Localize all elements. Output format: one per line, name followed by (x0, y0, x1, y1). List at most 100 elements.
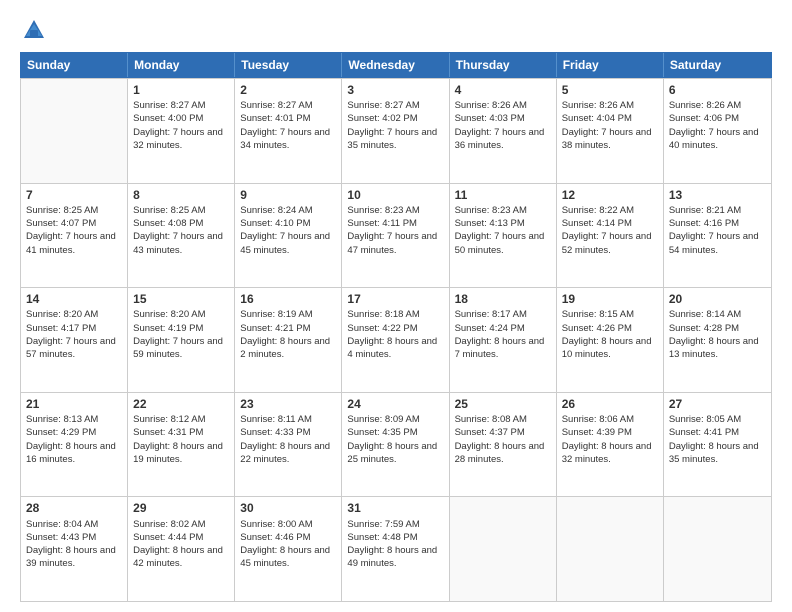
page: SundayMondayTuesdayWednesdayThursdayFrid… (0, 0, 792, 612)
day-info: Sunrise: 8:04 AM Sunset: 4:43 PM Dayligh… (26, 518, 122, 571)
day-number: 22 (133, 396, 229, 412)
day-number: 3 (347, 82, 443, 98)
day-info: Sunrise: 8:11 AM Sunset: 4:33 PM Dayligh… (240, 413, 336, 466)
cal-cell: 21Sunrise: 8:13 AM Sunset: 4:29 PM Dayli… (21, 393, 128, 497)
day-info: Sunrise: 8:27 AM Sunset: 4:02 PM Dayligh… (347, 99, 443, 152)
cal-cell: 13Sunrise: 8:21 AM Sunset: 4:16 PM Dayli… (664, 184, 771, 288)
day-number: 16 (240, 291, 336, 307)
day-number: 18 (455, 291, 551, 307)
cal-cell: 25Sunrise: 8:08 AM Sunset: 4:37 PM Dayli… (450, 393, 557, 497)
cal-cell: 2Sunrise: 8:27 AM Sunset: 4:01 PM Daylig… (235, 79, 342, 183)
day-info: Sunrise: 8:14 AM Sunset: 4:28 PM Dayligh… (669, 308, 766, 361)
cal-cell: 11Sunrise: 8:23 AM Sunset: 4:13 PM Dayli… (450, 184, 557, 288)
day-number: 13 (669, 187, 766, 203)
day-number: 5 (562, 82, 658, 98)
day-info: Sunrise: 8:05 AM Sunset: 4:41 PM Dayligh… (669, 413, 766, 466)
day-info: Sunrise: 8:06 AM Sunset: 4:39 PM Dayligh… (562, 413, 658, 466)
day-number: 27 (669, 396, 766, 412)
cal-cell: 22Sunrise: 8:12 AM Sunset: 4:31 PM Dayli… (128, 393, 235, 497)
calendar-body: 1Sunrise: 8:27 AM Sunset: 4:00 PM Daylig… (20, 78, 772, 602)
cal-header-saturday: Saturday (664, 53, 771, 77)
day-info: Sunrise: 8:09 AM Sunset: 4:35 PM Dayligh… (347, 413, 443, 466)
cal-cell: 12Sunrise: 8:22 AM Sunset: 4:14 PM Dayli… (557, 184, 664, 288)
calendar: SundayMondayTuesdayWednesdayThursdayFrid… (20, 52, 772, 602)
cal-cell: 23Sunrise: 8:11 AM Sunset: 4:33 PM Dayli… (235, 393, 342, 497)
day-info: Sunrise: 8:15 AM Sunset: 4:26 PM Dayligh… (562, 308, 658, 361)
day-info: Sunrise: 8:20 AM Sunset: 4:17 PM Dayligh… (26, 308, 122, 361)
cal-cell: 14Sunrise: 8:20 AM Sunset: 4:17 PM Dayli… (21, 288, 128, 392)
day-number: 28 (26, 500, 122, 516)
day-info: Sunrise: 8:12 AM Sunset: 4:31 PM Dayligh… (133, 413, 229, 466)
cal-week-4: 21Sunrise: 8:13 AM Sunset: 4:29 PM Dayli… (21, 392, 771, 497)
cal-cell (450, 497, 557, 601)
cal-cell (557, 497, 664, 601)
cal-cell: 31 Sunrise: 7:59 AM Sunset: 4:48 PM Dayli… (342, 497, 449, 601)
cal-header-friday: Friday (557, 53, 664, 77)
day-info: Sunrise: 8:00 AM Sunset: 4:46 PM Dayligh… (240, 518, 336, 571)
day-info: Sunrise: 8:23 AM Sunset: 4:11 PM Dayligh… (347, 204, 443, 257)
day-info: Sunrise: 8:27 AM Sunset: 4:01 PM Dayligh… (240, 99, 336, 152)
cal-cell: 26Sunrise: 8:06 AM Sunset: 4:39 PM Dayli… (557, 393, 664, 497)
day-number: 23 (240, 396, 336, 412)
cal-cell (21, 79, 128, 183)
cal-cell: 5Sunrise: 8:26 AM Sunset: 4:04 PM Daylig… (557, 79, 664, 183)
cal-cell: 24Sunrise: 8:09 AM Sunset: 4:35 PM Dayli… (342, 393, 449, 497)
cal-week-2: 7Sunrise: 8:25 AM Sunset: 4:07 PM Daylig… (21, 183, 771, 288)
day-number: 29 (133, 500, 229, 516)
cal-cell: 20Sunrise: 8:14 AM Sunset: 4:28 PM Dayli… (664, 288, 771, 392)
cal-cell: 30 Sunrise: 8:00 AM Sunset: 4:46 PM Dayli… (235, 497, 342, 601)
cal-cell: 7Sunrise: 8:25 AM Sunset: 4:07 PM Daylig… (21, 184, 128, 288)
day-info: Sunrise: 8:17 AM Sunset: 4:24 PM Dayligh… (455, 308, 551, 361)
day-number: 10 (347, 187, 443, 203)
cal-cell: 27Sunrise: 8:05 AM Sunset: 4:41 PM Dayli… (664, 393, 771, 497)
day-info: Sunrise: 8:20 AM Sunset: 4:19 PM Dayligh… (133, 308, 229, 361)
cal-cell: 19Sunrise: 8:15 AM Sunset: 4:26 PM Dayli… (557, 288, 664, 392)
day-number: 21 (26, 396, 122, 412)
day-number: 4 (455, 82, 551, 98)
cal-cell: 10Sunrise: 8:23 AM Sunset: 4:11 PM Dayli… (342, 184, 449, 288)
day-info: Sunrise: 8:23 AM Sunset: 4:13 PM Dayligh… (455, 204, 551, 257)
cal-header-wednesday: Wednesday (342, 53, 449, 77)
cal-cell: 16Sunrise: 8:19 AM Sunset: 4:21 PM Dayli… (235, 288, 342, 392)
cal-cell: 8Sunrise: 8:25 AM Sunset: 4:08 PM Daylig… (128, 184, 235, 288)
cal-header-tuesday: Tuesday (235, 53, 342, 77)
header (20, 16, 772, 44)
day-number: 30 (240, 500, 336, 516)
day-number: 9 (240, 187, 336, 203)
day-info: Sunrise: 8:26 AM Sunset: 4:06 PM Dayligh… (669, 99, 766, 152)
day-number: 14 (26, 291, 122, 307)
cal-cell (664, 497, 771, 601)
day-number: 2 (240, 82, 336, 98)
day-number: 7 (26, 187, 122, 203)
cal-cell: 28 Sunrise: 8:04 AM Sunset: 4:43 PM Dayli… (21, 497, 128, 601)
day-info: Sunrise: 8:25 AM Sunset: 4:07 PM Dayligh… (26, 204, 122, 257)
day-number: 12 (562, 187, 658, 203)
cal-cell: 9Sunrise: 8:24 AM Sunset: 4:10 PM Daylig… (235, 184, 342, 288)
cal-cell: 15Sunrise: 8:20 AM Sunset: 4:19 PM Dayli… (128, 288, 235, 392)
day-number: 8 (133, 187, 229, 203)
day-info: Sunrise: 8:25 AM Sunset: 4:08 PM Dayligh… (133, 204, 229, 257)
day-number: 25 (455, 396, 551, 412)
day-number: 15 (133, 291, 229, 307)
day-info: Sunrise: 8:18 AM Sunset: 4:22 PM Dayligh… (347, 308, 443, 361)
day-info: Sunrise: 8:24 AM Sunset: 4:10 PM Dayligh… (240, 204, 336, 257)
cal-header-thursday: Thursday (450, 53, 557, 77)
day-info: Sunrise: 8:08 AM Sunset: 4:37 PM Dayligh… (455, 413, 551, 466)
calendar-header-row: SundayMondayTuesdayWednesdayThursdayFrid… (20, 52, 772, 78)
cal-cell: 6Sunrise: 8:26 AM Sunset: 4:06 PM Daylig… (664, 79, 771, 183)
cal-cell: 17Sunrise: 8:18 AM Sunset: 4:22 PM Dayli… (342, 288, 449, 392)
day-number: 31 (347, 500, 443, 516)
day-number: 6 (669, 82, 766, 98)
cal-header-monday: Monday (128, 53, 235, 77)
day-info: Sunrise: 8:02 AM Sunset: 4:44 PM Dayligh… (133, 518, 229, 571)
day-number: 1 (133, 82, 229, 98)
day-info: Sunrise: 8:21 AM Sunset: 4:16 PM Dayligh… (669, 204, 766, 257)
logo-icon (20, 16, 48, 44)
day-number: 17 (347, 291, 443, 307)
cal-week-1: 1Sunrise: 8:27 AM Sunset: 4:00 PM Daylig… (21, 78, 771, 183)
day-info: Sunrise: 7:59 AM Sunset: 4:48 PM Dayligh… (347, 518, 443, 571)
day-info: Sunrise: 8:13 AM Sunset: 4:29 PM Dayligh… (26, 413, 122, 466)
cal-cell: 1Sunrise: 8:27 AM Sunset: 4:00 PM Daylig… (128, 79, 235, 183)
day-number: 19 (562, 291, 658, 307)
cal-week-5: 28 Sunrise: 8:04 AM Sunset: 4:43 PM Dayli… (21, 496, 771, 601)
